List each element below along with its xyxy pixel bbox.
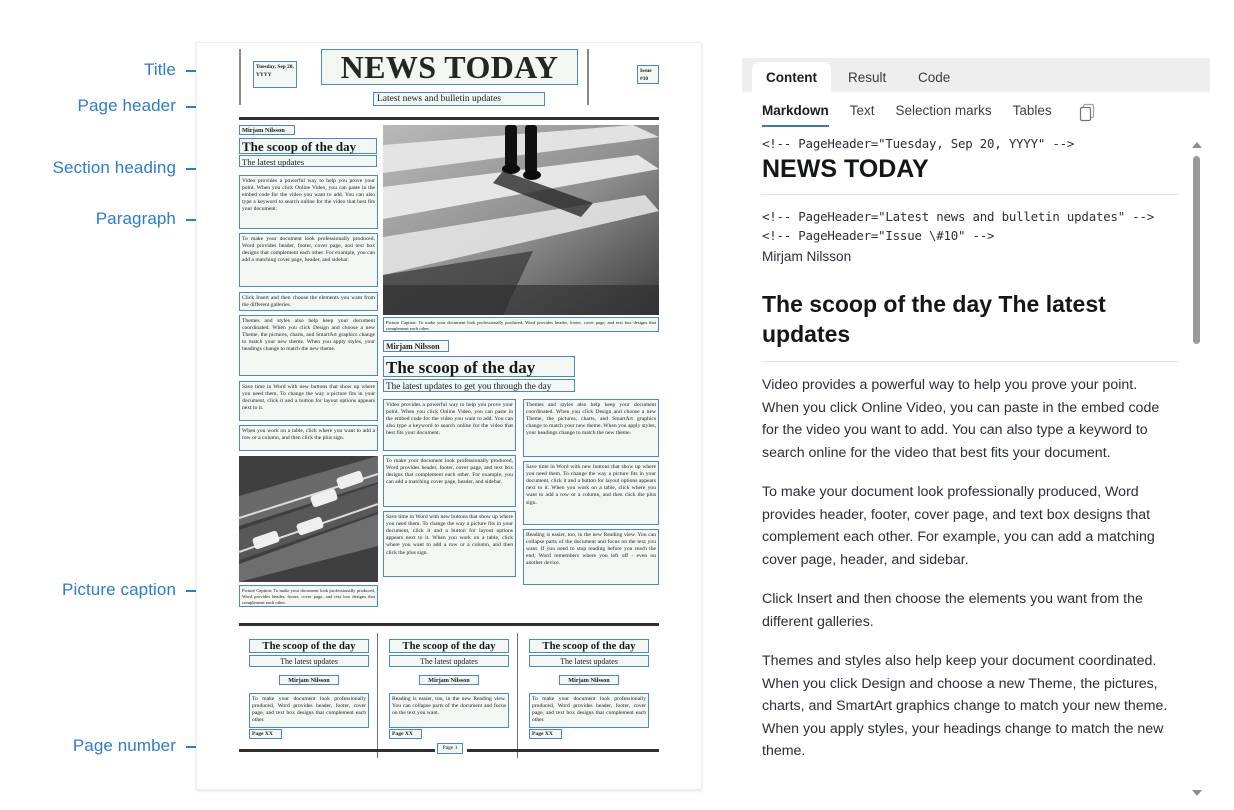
tab-strip: Content Result Code	[742, 58, 1210, 92]
masthead-rule-right	[587, 49, 589, 105]
paragraph: Click Insert and then choose the element…	[239, 292, 378, 311]
markdown-paragraph: Themes and styles also help keep your do…	[762, 653, 1168, 760]
subtab-markdown[interactable]: Markdown	[762, 103, 829, 127]
tab-content[interactable]: Content	[752, 62, 831, 92]
card-body: Reading is easier, too, in the new Readi…	[389, 693, 509, 728]
masthead-divider	[239, 117, 659, 120]
sub-tab-strip: Markdown Text Selection marks Tables	[742, 92, 1210, 132]
paragraph: Save time in Word with new buttons that …	[383, 511, 516, 577]
markdown-paragraph: Click Insert and then choose the element…	[762, 591, 1143, 630]
panel-body: Markdown Text Selection marks Tables <!-…	[742, 92, 1210, 800]
tab-code[interactable]: Code	[904, 62, 964, 92]
analysis-panel: Content Result Code Markdown Text Select…	[742, 58, 1210, 800]
markdown-paragraph: Video provides a powerful way to help yo…	[762, 377, 1160, 461]
card-page-label: Page XX	[389, 729, 422, 739]
card-byline: Mirjam Nilsson	[279, 675, 339, 685]
section-one-byline: Mirjam Nilsson	[239, 125, 295, 135]
card-byline: Mirjam Nilsson	[559, 675, 619, 685]
photo-highway	[239, 456, 378, 582]
footer-divider-left	[239, 749, 435, 752]
paragraph: To make your document look professionall…	[383, 455, 516, 507]
annotation-label-paragraph: Paragraph	[95, 209, 176, 228]
markdown-author: Mirjam Nilsson	[762, 248, 852, 264]
annotation-label-picture-caption: Picture caption	[62, 580, 176, 599]
markdown-divider-2	[762, 361, 1178, 363]
markdown-heading-1: NEWS TODAY	[762, 155, 929, 183]
scrollbar-thumb[interactable]	[1193, 156, 1200, 344]
section-one-subheading: The latest updates	[239, 155, 377, 167]
masthead-date: Tuesday, Sep 20, YYYY	[253, 61, 297, 88]
paragraph: Themes and styles also help keep your do…	[523, 399, 659, 457]
document-masthead: Tuesday, Sep 20, YYYY NEWS TODAY Issue #…	[197, 43, 701, 109]
cards-divider-top	[239, 623, 659, 626]
paragraph: Video provides a powerful way to help yo…	[239, 175, 378, 229]
markdown-comment-pageheader-sub: <!-- PageHeader="Latest news and bulleti…	[762, 208, 1155, 243]
markdown-paragraph: To make your document look professionall…	[762, 484, 1155, 568]
card-body: To make your document look professionall…	[249, 693, 369, 728]
card-divider-2	[517, 633, 519, 758]
section-heading: The scoop of the day	[239, 138, 377, 154]
card-byline: Mirjam Nilsson	[419, 675, 479, 685]
markdown-comment-pageheader-date: <!-- PageHeader="Tuesday, Sep 20, YYYY" …	[762, 136, 1075, 151]
scroll-down-arrow-icon[interactable]	[1192, 790, 1202, 796]
card-divider-1	[377, 633, 379, 758]
card-heading: The scoop of the day	[529, 639, 649, 653]
card-page-label: Page XX	[249, 729, 282, 739]
card-page-label: Page XX	[529, 729, 562, 739]
document-title: NEWS TODAY	[321, 49, 578, 85]
paragraph: When you work on a table, click where yo…	[239, 425, 378, 451]
paragraph: Reading is easier, too, in the new Readi…	[523, 529, 659, 585]
markdown-content[interactable]: <!-- PageHeader="Tuesday, Sep 20, YYYY" …	[742, 134, 1210, 800]
card-subheading: The latest updates	[389, 655, 509, 667]
section-two-byline: Mirjam Nilsson	[383, 340, 449, 352]
annotation-label-title: Title	[144, 60, 176, 79]
paragraph: Save time in Word with new buttons that …	[523, 461, 659, 525]
markdown-heading-2: The scoop of the day The latest updates	[762, 290, 1106, 348]
card-subheading: The latest updates	[249, 655, 369, 667]
annotation-label-page-number: Page number	[72, 736, 176, 755]
card-subheading: The latest updates	[529, 655, 649, 667]
masthead-issue: Issue #10	[637, 65, 659, 84]
card-body: To make your document look professionall…	[529, 693, 649, 728]
section-two-heading: The scoop of the day	[383, 356, 575, 377]
picture-caption-bottom: Picture Caption: To make your document l…	[239, 585, 378, 607]
scroll-up-arrow-icon[interactable]	[1192, 142, 1202, 148]
scrollbar[interactable]	[1192, 142, 1202, 796]
annotation-label-page-header: Page header	[77, 96, 176, 115]
screenshot-root: Title Page header Section heading Paragr…	[0, 0, 1234, 810]
subtab-text[interactable]: Text	[850, 103, 875, 121]
annotation-label-section-heading: Section heading	[52, 158, 176, 177]
masthead-rule-left	[239, 49, 241, 105]
paragraph: Themes and styles also help keep your do…	[239, 315, 378, 376]
paragraph: Save time in Word with new buttons that …	[239, 381, 378, 421]
picture-caption: Picture Caption: To make your document l…	[383, 317, 659, 332]
paragraph: Video provides a powerful way to help yo…	[383, 399, 516, 451]
markdown-divider	[762, 193, 1178, 195]
footer-divider-right	[467, 749, 659, 752]
photo-crosswalk	[383, 125, 659, 315]
document-page-preview[interactable]: Tuesday, Sep 20, YYYY NEWS TODAY Issue #…	[196, 42, 702, 790]
card-heading: The scoop of the day	[389, 639, 509, 653]
section-two-subheading: The latest updates to get you through th…	[383, 379, 575, 392]
subtab-selection-marks[interactable]: Selection marks	[896, 103, 992, 121]
paragraph: To make your document look professionall…	[239, 233, 378, 287]
subtab-tables[interactable]: Tables	[1013, 103, 1052, 121]
card-heading: The scoop of the day	[249, 639, 369, 653]
copy-icon[interactable]	[1079, 103, 1096, 122]
page-number: Page 1	[437, 743, 463, 754]
tab-result[interactable]: Result	[834, 62, 900, 92]
page-header: Latest news and bulletin updates	[373, 92, 545, 106]
